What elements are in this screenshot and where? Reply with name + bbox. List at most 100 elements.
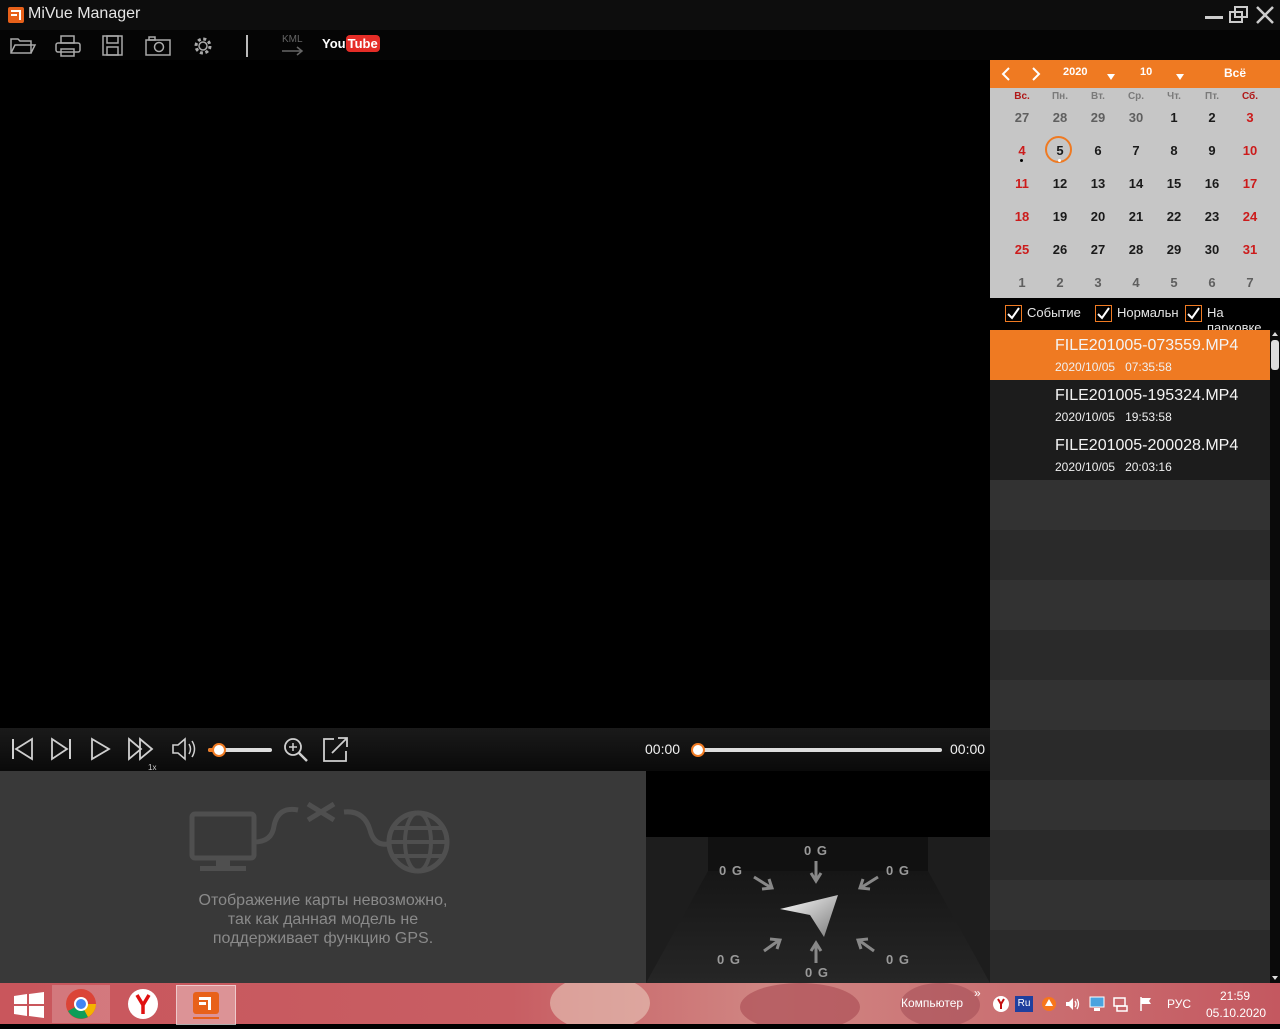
calendar-day[interactable]: 4 bbox=[1121, 275, 1151, 290]
chrome-icon[interactable] bbox=[52, 985, 110, 1023]
minimize-icon[interactable] bbox=[1203, 4, 1225, 26]
file-date: 2020/10/05 bbox=[1055, 460, 1116, 474]
flag-tray-icon[interactable] bbox=[1137, 995, 1155, 1013]
calendar-day[interactable]: 3 bbox=[1083, 275, 1113, 290]
month-dropdown-icon[interactable] bbox=[1175, 68, 1185, 80]
calendar-day[interactable]: 24 bbox=[1235, 209, 1265, 224]
yandex-tray-icon[interactable] bbox=[992, 995, 1010, 1013]
year-dropdown-icon[interactable] bbox=[1106, 68, 1116, 80]
file-list-item[interactable]: FILE201005-073559.MP4 2020/10/05 07:35:58 bbox=[990, 330, 1270, 380]
calendar-day[interactable]: 15 bbox=[1159, 176, 1189, 191]
calendar-day[interactable]: 1 bbox=[1007, 275, 1037, 290]
clock-time[interactable]: 21:59 bbox=[1220, 989, 1250, 1003]
calendar-day[interactable]: 27 bbox=[1007, 110, 1037, 125]
save-icon[interactable] bbox=[100, 34, 128, 58]
calendar-day[interactable]: 17 bbox=[1235, 176, 1265, 191]
seek-bar[interactable] bbox=[691, 743, 942, 757]
next-file-icon[interactable] bbox=[46, 734, 76, 764]
calendar-day[interactable]: 11 bbox=[1007, 176, 1037, 191]
calendar-day[interactable]: 10 bbox=[1235, 143, 1265, 158]
calendar-day[interactable]: 25 bbox=[1007, 242, 1037, 257]
calendar-day[interactable]: 7 bbox=[1235, 275, 1265, 290]
calendar-day[interactable]: 26 bbox=[1045, 242, 1075, 257]
filter-checkbox[interactable] bbox=[1185, 305, 1202, 322]
play-icon[interactable] bbox=[86, 734, 116, 764]
calendar-day[interactable]: 21 bbox=[1121, 209, 1151, 224]
windows-start-icon[interactable] bbox=[0, 985, 58, 1023]
clock-date[interactable]: 05.10.2020 bbox=[1206, 1006, 1266, 1020]
weekday-header: Пт. bbox=[1205, 91, 1219, 102]
previous-file-icon[interactable] bbox=[6, 734, 36, 764]
taskbar-chevron[interactable]: » bbox=[974, 986, 981, 1000]
calendar-day[interactable]: 30 bbox=[1197, 242, 1227, 257]
calendar-day[interactable]: 1 bbox=[1159, 110, 1189, 125]
filter-checkbox[interactable] bbox=[1005, 305, 1022, 322]
filter-checkbox[interactable] bbox=[1095, 305, 1112, 322]
input-language[interactable]: РУС bbox=[1167, 997, 1191, 1011]
calendar-day[interactable]: 29 bbox=[1083, 110, 1113, 125]
calendar-day[interactable]: 28 bbox=[1121, 242, 1151, 257]
prev-month-icon[interactable] bbox=[998, 65, 1014, 83]
calendar-day[interactable]: 18 bbox=[1007, 209, 1037, 224]
monitor-tray-icon[interactable] bbox=[1112, 995, 1130, 1013]
calendar-day[interactable]: 20 bbox=[1083, 209, 1113, 224]
calendar-day[interactable]: 31 bbox=[1235, 242, 1265, 257]
calendar-day[interactable]: 14 bbox=[1121, 176, 1151, 191]
calendar-day[interactable]: 12 bbox=[1045, 176, 1075, 191]
all-dates-button[interactable]: Всё bbox=[1224, 66, 1246, 80]
file-list-scrollbar[interactable] bbox=[1270, 330, 1280, 983]
file-list-item[interactable]: FILE201005-200028.MP4 2020/10/05 20:03:16 bbox=[990, 430, 1270, 480]
restore-icon[interactable] bbox=[1228, 4, 1250, 26]
filter-label[interactable]: Событие bbox=[1027, 305, 1081, 320]
settings-icon[interactable] bbox=[189, 34, 217, 58]
speaker-tray-icon[interactable] bbox=[1064, 995, 1082, 1013]
filter-label[interactable]: Нормальн bbox=[1117, 305, 1179, 320]
calendar-day[interactable]: 13 bbox=[1083, 176, 1113, 191]
volume-slider[interactable] bbox=[208, 743, 272, 757]
volume-icon[interactable] bbox=[170, 734, 200, 764]
avast-tray-icon[interactable] bbox=[1040, 995, 1058, 1013]
scrollbar-thumb[interactable] bbox=[1271, 340, 1279, 370]
print-icon[interactable] bbox=[54, 34, 82, 58]
month-select[interactable]: 10 bbox=[1140, 66, 1152, 78]
calendar-day[interactable]: 6 bbox=[1197, 275, 1227, 290]
youtube-icon[interactable]: You Tube bbox=[322, 35, 380, 56]
calendar-day[interactable]: 2 bbox=[1197, 110, 1227, 125]
close-icon[interactable] bbox=[1254, 4, 1276, 26]
calendar-day[interactable]: 28 bbox=[1045, 110, 1075, 125]
toolbar-computer-label[interactable]: Компьютер bbox=[901, 996, 963, 1010]
current-time: 00:00 bbox=[645, 741, 681, 757]
calendar-day[interactable]: 27 bbox=[1083, 242, 1113, 257]
calendar-day[interactable]: 7 bbox=[1121, 143, 1151, 158]
folder-open-icon[interactable] bbox=[9, 34, 37, 58]
zoom-icon[interactable] bbox=[281, 734, 311, 764]
camera-icon[interactable] bbox=[144, 34, 172, 58]
network-tray-icon[interactable] bbox=[1088, 995, 1106, 1013]
file-list-item[interactable]: FILE201005-195324.MP4 2020/10/05 19:53:58 bbox=[990, 380, 1270, 430]
mivue-taskbar-icon[interactable] bbox=[176, 985, 236, 1025]
calendar-day[interactable]: 23 bbox=[1197, 209, 1227, 224]
calendar-day[interactable]: 30 bbox=[1121, 110, 1151, 125]
calendar-day[interactable]: 19 bbox=[1045, 209, 1075, 224]
calendar-day[interactable]: 29 bbox=[1159, 242, 1189, 257]
language-indicator-icon[interactable]: Ru bbox=[1015, 996, 1033, 1012]
next-month-icon[interactable] bbox=[1028, 65, 1044, 83]
calendar-day[interactable]: 5 bbox=[1159, 275, 1189, 290]
fast-forward-icon[interactable] bbox=[126, 734, 156, 764]
year-select[interactable]: 2020 bbox=[1063, 66, 1087, 78]
g-label-top-right: 0 G bbox=[886, 863, 910, 878]
calendar-day[interactable]: 6 bbox=[1083, 143, 1113, 158]
calendar-day[interactable]: 22 bbox=[1159, 209, 1189, 224]
yandex-browser-icon[interactable] bbox=[114, 985, 172, 1023]
calendar-day[interactable]: 2 bbox=[1045, 275, 1075, 290]
popout-icon[interactable] bbox=[320, 734, 350, 764]
calendar-day[interactable]: 8 bbox=[1159, 143, 1189, 158]
video-viewport[interactable] bbox=[0, 60, 990, 728]
calendar-day[interactable]: 16 bbox=[1197, 176, 1227, 191]
calendar-day[interactable]: 4 bbox=[1007, 143, 1037, 158]
calendar-day[interactable]: 3 bbox=[1235, 110, 1265, 125]
volume-knob[interactable] bbox=[211, 743, 226, 757]
calendar-day[interactable]: 9 bbox=[1197, 143, 1227, 158]
kml-export-icon[interactable]: KML bbox=[280, 34, 308, 58]
seek-knob[interactable] bbox=[691, 743, 705, 757]
